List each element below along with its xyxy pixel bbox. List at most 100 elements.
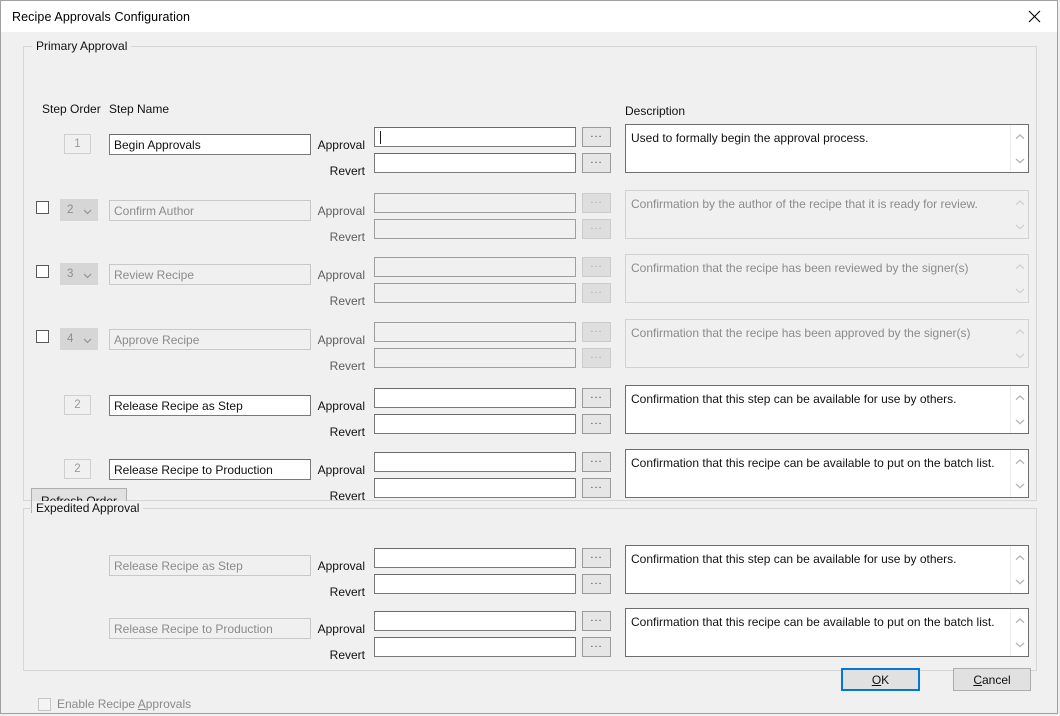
description-scrollbar[interactable] <box>1010 609 1028 656</box>
step-name-input[interactable]: Approve Recipe <box>109 329 311 350</box>
step-order-value: 4 <box>67 333 74 345</box>
revert-input[interactable] <box>374 637 576 657</box>
enable-recipe-approvals-label: Enable Recipe Approvals <box>57 697 192 711</box>
cancel-button-label: Cancel <box>973 672 1011 687</box>
approval-browse-button[interactable]: ... <box>582 452 611 472</box>
description-textarea[interactable]: Used to formally begin the approval proc… <box>625 124 1029 173</box>
approval-input[interactable] <box>374 322 576 342</box>
step-name-input[interactable]: Release Recipe as Step <box>109 395 311 416</box>
approval-input[interactable] <box>374 388 576 408</box>
description-textarea[interactable]: Confirmation by the author of the recipe… <box>625 190 1029 239</box>
scroll-up-icon[interactable] <box>1011 323 1028 340</box>
approval-label: Approval <box>317 399 365 413</box>
step-enable-checkbox[interactable] <box>36 330 49 343</box>
description-textarea[interactable]: Confirmation that this recipe can be ava… <box>625 608 1029 657</box>
scroll-up-icon[interactable] <box>1011 389 1028 406</box>
description-textarea[interactable]: Confirmation that the recipe has been ap… <box>625 319 1029 368</box>
revert-browse-button[interactable]: ... <box>582 478 611 498</box>
revert-browse-button[interactable]: ... <box>582 283 611 303</box>
approval-browse-button[interactable]: ... <box>582 127 611 147</box>
step-enable-checkbox[interactable] <box>36 201 49 214</box>
description-scrollbar[interactable] <box>1010 546 1028 593</box>
approval-input[interactable] <box>374 452 576 472</box>
step-name-input[interactable]: Release Recipe as Step <box>109 555 311 576</box>
ok-button[interactable]: OK <box>841 668 920 691</box>
scroll-down-icon[interactable] <box>1011 282 1028 299</box>
approval-input[interactable] <box>374 193 576 213</box>
revert-input[interactable] <box>374 283 576 303</box>
revert-browse-button[interactable]: ... <box>582 219 611 239</box>
cancel-button[interactable]: Cancel <box>953 668 1031 691</box>
scroll-down-icon[interactable] <box>1011 477 1028 494</box>
step-name-input[interactable]: Begin Approvals <box>109 134 311 155</box>
scroll-down-icon[interactable] <box>1011 152 1028 169</box>
revert-input[interactable] <box>374 574 576 594</box>
description-textarea[interactable]: Confirmation that this recipe can be ava… <box>625 449 1029 498</box>
scroll-down-icon[interactable] <box>1011 218 1028 235</box>
description-textarea[interactable]: Confirmation that this step can be avail… <box>625 545 1029 594</box>
approval-input[interactable] <box>374 257 576 277</box>
revert-label: Revert <box>329 164 365 178</box>
description-scrollbar[interactable] <box>1010 450 1028 497</box>
approval-browse-button[interactable]: ... <box>582 257 611 277</box>
step-name-input[interactable]: Release Recipe to Production <box>109 459 311 480</box>
description-scrollbar[interactable] <box>1010 191 1028 238</box>
approval-browse-button[interactable]: ... <box>582 548 611 568</box>
revert-browse-button[interactable]: ... <box>582 414 611 434</box>
scroll-down-icon[interactable] <box>1011 636 1028 653</box>
step-name-input[interactable]: Release Recipe to Production <box>109 618 311 639</box>
scroll-up-icon[interactable] <box>1011 128 1028 145</box>
step-order-value[interactable]: 2 <box>64 395 91 415</box>
approval-browse-button[interactable]: ... <box>582 611 611 631</box>
revert-input[interactable] <box>374 348 576 368</box>
scroll-up-icon[interactable] <box>1011 258 1028 275</box>
description-column-header: Description <box>625 104 686 118</box>
scroll-down-icon[interactable] <box>1011 573 1028 590</box>
description-textarea[interactable]: Confirmation that the recipe has been re… <box>625 254 1029 303</box>
step-name-column-header: Step Name <box>109 102 170 116</box>
enable-recipe-approvals-checkbox[interactable] <box>38 698 51 711</box>
revert-input[interactable] <box>374 153 576 173</box>
revert-input[interactable] <box>374 414 576 434</box>
revert-input[interactable] <box>374 219 576 239</box>
step-enable-checkbox[interactable] <box>36 265 49 278</box>
step-name-value: Confirm Author <box>114 203 195 218</box>
approval-browse-button[interactable]: ... <box>582 388 611 408</box>
description-scrollbar[interactable] <box>1010 255 1028 302</box>
revert-browse-button[interactable]: ... <box>582 348 611 368</box>
revert-browse-button[interactable]: ... <box>582 637 611 657</box>
step-order-value[interactable]: 1 <box>64 134 91 154</box>
step-name-input[interactable]: Confirm Author <box>109 200 311 221</box>
scroll-down-icon[interactable] <box>1011 347 1028 364</box>
approval-input[interactable] <box>374 127 576 147</box>
approval-browse-button[interactable]: ... <box>582 193 611 213</box>
step-order-column-header: Step Order <box>42 102 101 116</box>
chevron-down-icon <box>83 270 92 282</box>
revert-browse-button[interactable]: ... <box>582 153 611 173</box>
description-scrollbar[interactable] <box>1010 320 1028 367</box>
approval-label: Approval <box>317 559 365 573</box>
step-order-combo[interactable]: 4 <box>60 328 98 350</box>
step-order-value[interactable]: 2 <box>64 459 91 479</box>
revert-input[interactable] <box>374 478 576 498</box>
scroll-up-icon[interactable] <box>1011 453 1028 470</box>
scroll-up-icon[interactable] <box>1011 194 1028 211</box>
step-order-combo[interactable]: 2 <box>60 199 98 221</box>
approval-input[interactable] <box>374 611 576 631</box>
description-textarea[interactable]: Confirmation that this step can be avail… <box>625 385 1029 434</box>
step-name-value: Release Recipe to Production <box>114 462 273 477</box>
description-scrollbar[interactable] <box>1010 386 1028 433</box>
revert-browse-button[interactable]: ... <box>582 574 611 594</box>
approval-browse-button[interactable]: ... <box>582 322 611 342</box>
step-name-input[interactable]: Review Recipe <box>109 264 311 285</box>
close-icon[interactable] <box>1011 1 1057 31</box>
step-order-combo[interactable]: 3 <box>60 263 98 285</box>
step-order-value: 2 <box>67 204 74 216</box>
scroll-up-icon[interactable] <box>1011 612 1028 629</box>
scroll-up-icon[interactable] <box>1011 549 1028 566</box>
description-scrollbar[interactable] <box>1010 125 1028 172</box>
scroll-down-icon[interactable] <box>1011 413 1028 430</box>
approval-input[interactable] <box>374 548 576 568</box>
revert-label: Revert <box>329 489 365 503</box>
description-text: Confirmation that this step can be avail… <box>631 552 957 566</box>
